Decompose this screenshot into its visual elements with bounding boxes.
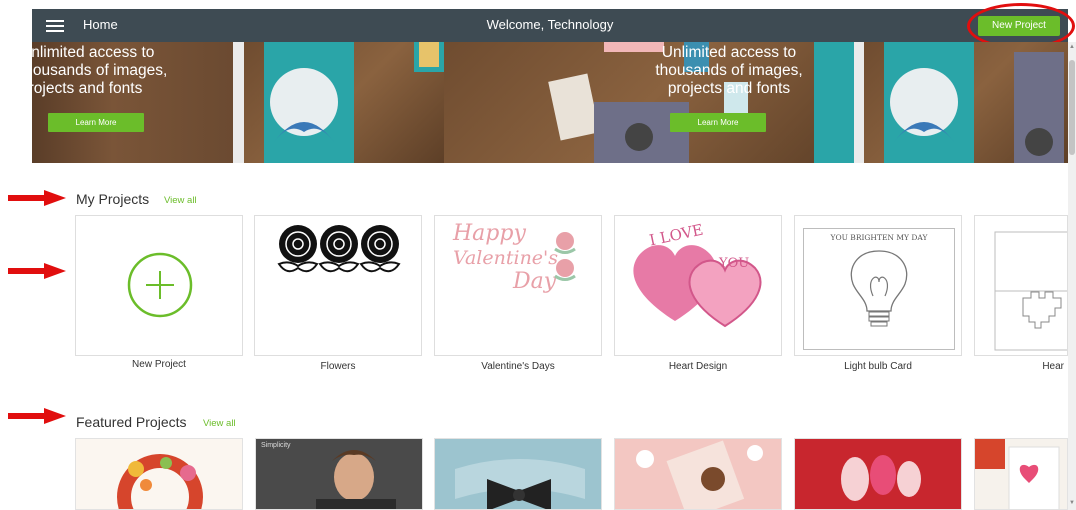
banner-left-line-3: projects and fonts (32, 80, 143, 97)
learn-more-button-left[interactable]: Learn More (48, 113, 144, 132)
my-projects-view-all-link[interactable]: View all (164, 195, 197, 206)
featured-card-sweets[interactable] (614, 438, 782, 510)
banner-left-text: Unlimited access to thousands of images,… (32, 44, 167, 98)
nails-photo-icon (841, 455, 921, 501)
add-circle-icon (127, 252, 193, 318)
project-card-valentines[interactable]: Happy Valentine's Day (434, 215, 602, 356)
project-caption: Valentine's Days (481, 361, 555, 372)
promo-banner: Unlimited access to thousands of images,… (32, 42, 1068, 163)
project-card-heart[interactable] (974, 215, 1068, 356)
scrollbar-thumb[interactable] (1069, 60, 1075, 155)
flower-wreath-icon (117, 454, 203, 509)
project-card-flowers[interactable] (254, 215, 422, 356)
dessert-photo-icon (636, 440, 763, 509)
scroll-up-arrow-icon[interactable]: ▲ (1069, 44, 1075, 50)
banner-image-2: Unlimited access to thousands of images,… (444, 42, 854, 163)
featured-card-nails[interactable] (794, 438, 962, 510)
banner-left-line-2: thousands of images, (32, 62, 168, 79)
featured-card-wreath[interactable] (75, 438, 243, 510)
red-arrow-icon (8, 190, 66, 206)
pixel-heart-icon (994, 231, 1067, 351)
project-card-heart-design[interactable]: I LOVE YOU (614, 215, 782, 356)
my-projects-title: My Projects (76, 191, 150, 207)
featured-projects-view-all-link[interactable]: View all (203, 418, 236, 429)
learn-more-button-center[interactable]: Learn More (670, 113, 766, 132)
banner-center-text: Unlimited access to thousands of images,… (644, 44, 814, 98)
project-caption: Light bulb Card (844, 361, 912, 372)
heart-art-bottom-text: YOU (719, 256, 750, 271)
brand-tag: Simplicity (261, 442, 291, 449)
welcome-text: Welcome, Technology (486, 17, 614, 32)
banner-panel-left: Unlimited access to thousands of images,… (32, 42, 233, 163)
greeting-card-photo-icon (975, 439, 1060, 509)
mermaid-art-icon (264, 42, 444, 163)
featured-card-card[interactable] (974, 438, 1068, 510)
project-caption: Flowers (320, 361, 356, 372)
featured-card-bowtie[interactable] (434, 438, 602, 510)
featured-projects-title: Featured Projects (76, 414, 187, 430)
person-photo-icon (316, 450, 396, 509)
project-caption: Heart Design (668, 361, 728, 372)
project-card-light-bulb[interactable]: YOU BRIGHTEN MY DAY (794, 215, 962, 356)
banner-center-line-1: Unlimited access to (661, 44, 797, 61)
new-project-card[interactable] (75, 215, 243, 356)
banner-center-line-3: projects and fonts (667, 80, 791, 97)
roses-art-icon (277, 225, 401, 273)
project-caption: Hear (1042, 361, 1064, 372)
scroll-down-arrow-icon[interactable]: ▼ (1069, 500, 1075, 506)
mermaid-art-icon-2 (884, 42, 1064, 163)
light-bulb-icon (850, 250, 908, 327)
top-bar: Home Welcome, Technology New Project (32, 9, 1068, 42)
red-arrow-icon (8, 263, 66, 279)
app-window: Home Welcome, Technology New Project Unl… (0, 0, 1076, 510)
banner-center-line-2: thousands of images, (655, 62, 803, 79)
bowtie-photo-icon (455, 459, 585, 509)
featured-card-fashion[interactable]: Simplicity (255, 438, 423, 510)
banner-image-1 (244, 42, 444, 163)
red-arrow-icon (8, 408, 66, 424)
project-caption: New Project (132, 359, 186, 370)
rose-accent-icon (554, 232, 576, 281)
banner-image-3 (864, 42, 1068, 163)
banner-left-line-1: Unlimited access to (32, 44, 155, 61)
